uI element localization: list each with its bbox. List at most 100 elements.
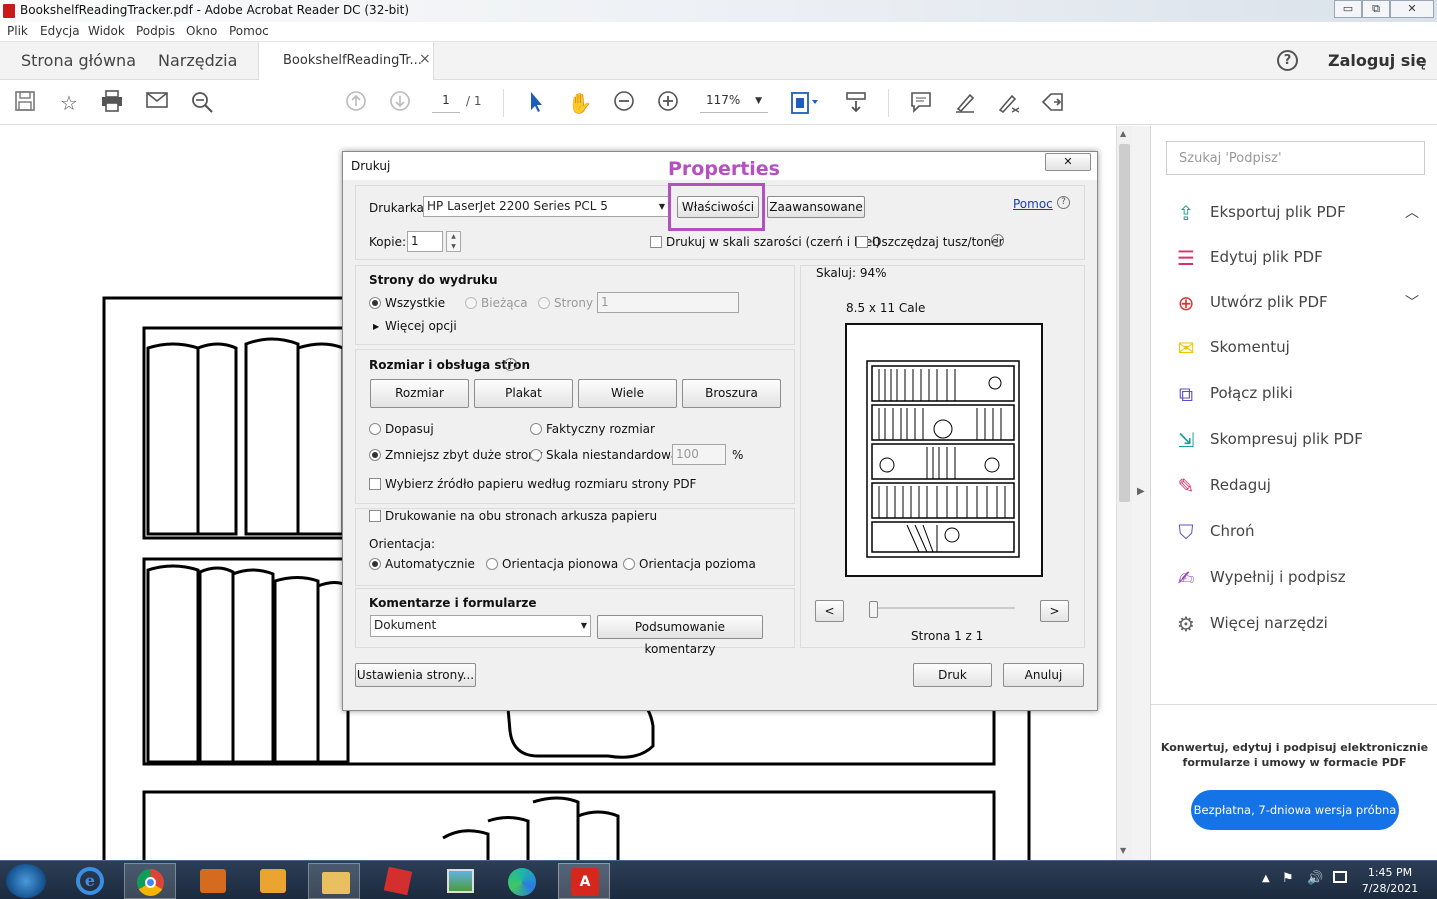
highlight-pen-icon[interactable] [952,90,978,116]
flag-icon[interactable]: ⚑ [1282,871,1294,886]
chevron-down-icon[interactable]: ﹀ [1405,292,1419,312]
tool-item[interactable]: ⚙ Więcej narzędzi [1173,609,1433,639]
print-button[interactable]: Druk [913,663,992,687]
scroll-mode-icon[interactable] [843,90,869,116]
orient-auto-radio[interactable] [369,558,381,570]
page-slider-track[interactable] [871,607,1015,609]
close-button[interactable]: ✕ [1390,0,1434,18]
zoom-select[interactable]: 117% ▼ [700,93,768,113]
menu-edit[interactable]: Edycja [40,24,80,38]
login-link[interactable]: Zaloguj się [1328,51,1427,70]
collapse-right-icon[interactable]: ▶ [1137,486,1145,497]
zoom-search-icon[interactable] [189,90,215,116]
tool-item[interactable]: ✎ Redaguj [1173,471,1433,501]
info-icon[interactable]: i [504,358,517,371]
more-options-toggle[interactable]: Więcej opcji [385,319,457,333]
size-button[interactable]: Rozmiar [370,379,469,408]
chrome-taskbar-icon[interactable] [124,863,176,899]
scroll-up-icon[interactable]: ▲ [1120,129,1126,138]
start-button[interactable] [6,864,46,898]
prev-page-button[interactable]: < [815,600,844,622]
save-icon[interactable] [12,90,38,116]
clock-date[interactable]: 7/28/2021 [1358,882,1422,895]
copies-input[interactable]: 1 [407,231,443,252]
menu-help[interactable]: Pomoc [229,24,269,38]
tool-item[interactable]: ⧉ Połącz pliki [1173,379,1433,409]
share-tag-icon[interactable] [1040,90,1066,116]
help-icon[interactable]: ? [1057,196,1070,209]
custom-scale-input[interactable]: 100 [672,444,726,465]
shrink-radio[interactable] [369,449,381,461]
vertical-scrollbar[interactable]: ▲ ▼ [1116,126,1132,860]
video-player-taskbar-icon[interactable] [246,863,298,899]
tab-document[interactable]: BookshelfReadingTr... × [258,42,434,80]
cancel-button[interactable]: Anuluj [1003,663,1084,687]
media-taskbar-icon[interactable] [186,863,238,899]
ie-taskbar-icon[interactable]: e [64,863,116,899]
advanced-button[interactable]: Zaawansowane [767,196,865,218]
tool-item[interactable]: ⇲ Skompresuj plik PDF [1173,425,1433,455]
info-icon[interactable]: i [991,234,1004,247]
tool-item[interactable]: ☰ Edytuj plik PDF [1173,243,1433,273]
comments-select[interactable]: Dokument ▼ [370,615,591,637]
prev-page-icon[interactable] [343,90,369,116]
pages-current-radio[interactable] [465,297,477,309]
roblox-taskbar-icon[interactable] [372,863,424,899]
pages-range-radio[interactable] [538,297,550,309]
maximize-button[interactable]: ⧉ [1362,0,1390,18]
comment-icon[interactable] [908,90,934,116]
network-icon[interactable] [1333,871,1347,883]
tab-tools[interactable]: Narzędzia [158,51,237,70]
pages-range-input[interactable]: 1 [597,292,739,313]
tray-expand-icon[interactable]: ▲ [1262,873,1270,884]
free-trial-button[interactable]: Bezpłatna, 7-dniowa wersja próbna [1191,790,1399,830]
zoom-in-icon[interactable] [655,90,681,116]
explorer-taskbar-icon[interactable] [308,863,360,899]
sign-pen-icon[interactable] [996,90,1022,116]
tool-item[interactable]: ✉ Skomentuj [1173,333,1433,363]
volume-icon[interactable]: 🔊 [1307,871,1323,886]
tool-item[interactable]: ✍ Wypełnij i podpisz [1173,563,1433,593]
right-pane-splitter[interactable]: ▶ [1132,126,1150,860]
custom-scale-radio[interactable] [530,449,542,461]
bookmark-star-icon[interactable]: ☆ [56,90,82,116]
menu-sign[interactable]: Podpis [136,24,175,38]
pages-all-radio[interactable] [369,297,381,309]
fit-radio[interactable] [369,423,381,435]
menu-file[interactable]: Plik [7,24,28,38]
grayscale-checkbox[interactable] [650,236,662,248]
hand-tool-icon[interactable]: ✋ [567,90,593,116]
orient-landscape-radio[interactable] [623,558,635,570]
menu-view[interactable]: Widok [88,24,125,38]
help-link[interactable]: Pomoc [1013,197,1053,211]
dialog-close-button[interactable]: ✕ [1045,153,1091,171]
booklet-button[interactable]: Broszura [682,379,781,408]
acrobat-taskbar-icon[interactable]: A [558,863,610,899]
print-icon[interactable] [99,90,125,116]
photos-taskbar-icon[interactable] [434,863,486,899]
edge-taskbar-icon[interactable] [496,863,548,899]
menu-window[interactable]: Okno [186,24,217,38]
clock-time[interactable]: 1:45 PM [1362,866,1418,879]
tool-item[interactable]: ⊕ Utwórz plik PDF ﹀ [1173,288,1433,318]
poster-button[interactable]: Plakat [474,379,573,408]
page-number-input[interactable]: 1 [432,93,460,113]
help-icon[interactable]: ? [1277,50,1298,71]
zoom-out-icon[interactable] [611,90,637,116]
actual-size-radio[interactable] [530,423,542,435]
orient-portrait-radio[interactable] [486,558,498,570]
next-page-button[interactable]: > [1040,600,1069,622]
next-page-icon[interactable] [387,90,413,116]
tool-item[interactable]: ⇪ Eksportuj plik PDF ︿ [1173,198,1433,228]
chevron-up-icon[interactable]: ︿ [1405,202,1419,222]
duplex-checkbox[interactable] [369,510,381,522]
page-slider-thumb[interactable] [869,601,878,618]
select-cursor-icon[interactable] [523,90,549,116]
page-layout-icon[interactable] [789,90,818,116]
page-setup-button[interactable]: Ustawienia strony... [355,663,476,687]
tool-item[interactable]: ⛉ Chroń [1173,517,1433,547]
scroll-down-icon[interactable]: ▼ [1120,846,1126,855]
expand-arrow-icon[interactable]: ▶ [373,322,379,331]
summarize-comments-button[interactable]: Podsumowanie komentarzy [597,615,763,656]
copies-stepper[interactable]: ▲ ▼ [446,231,461,252]
